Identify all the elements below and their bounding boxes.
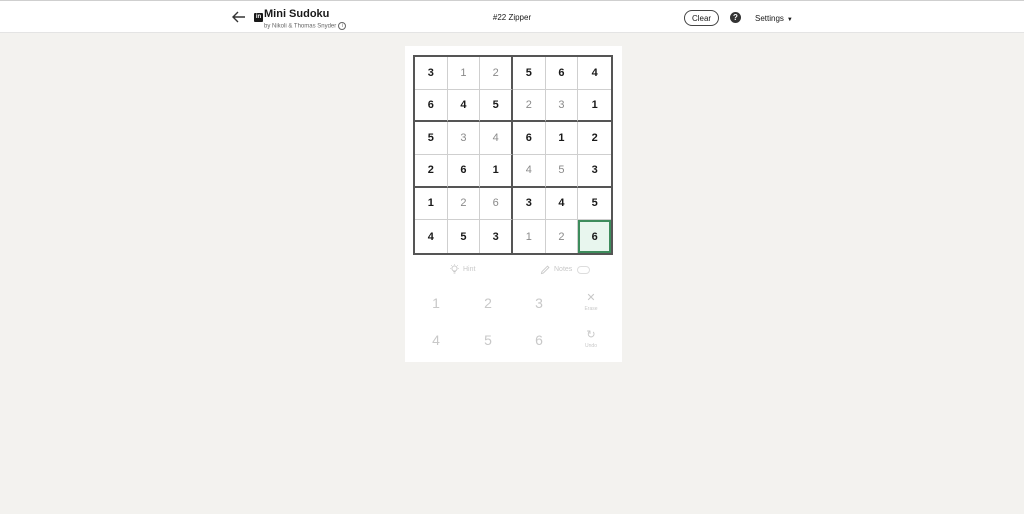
key-4[interactable]: 4 (421, 326, 451, 354)
grid-cell[interactable]: 1 (545, 122, 579, 155)
grid-cell[interactable]: 3 (513, 187, 546, 221)
grid-cell[interactable]: 1 (578, 90, 611, 123)
notes-toggle[interactable] (577, 265, 591, 274)
puzzle-title: #22 Zipper (492, 13, 532, 22)
byline: by Nikoli & Thomas Snyder i (264, 22, 347, 30)
grid-cell[interactable]: 5 (448, 220, 481, 253)
key-3[interactable]: 3 (524, 289, 554, 317)
clear-button[interactable]: Clear (684, 10, 719, 26)
notes-label: Notes (554, 266, 573, 273)
selected-cell[interactable]: 6 (578, 220, 611, 253)
key-6[interactable]: 6 (524, 326, 554, 354)
grid-cell[interactable]: 4 (578, 57, 611, 90)
notes-button[interactable]: Notes (540, 264, 591, 275)
grid-cell[interactable]: 6 (480, 187, 513, 221)
grid-cell[interactable]: 3 (545, 89, 579, 123)
undo-icon: ↻ (586, 329, 596, 341)
grid-cell[interactable]: 2 (546, 220, 579, 253)
key-5[interactable]: 5 (473, 326, 503, 354)
undo-button[interactable]: ↻ Undo (576, 328, 606, 356)
grid-cell[interactable]: 5 (578, 188, 611, 221)
grid-cell[interactable]: 5 (480, 89, 513, 123)
grid-cell[interactable]: 2 (447, 187, 481, 221)
help-icon[interactable]: ? (730, 12, 741, 23)
grid-cell[interactable]: 6 (447, 155, 481, 188)
settings-label: Settings (755, 14, 784, 23)
grid-cell[interactable]: 3 (415, 57, 448, 90)
undo-label: Undo (585, 343, 597, 349)
grid-cell[interactable]: 4 (415, 220, 448, 253)
hint-button[interactable]: Hint (449, 264, 475, 275)
grid-cell[interactable]: 2 (578, 122, 611, 155)
top-bar: in Mini Sudoku by Nikoli & Thomas Snyder… (0, 0, 1024, 33)
erase-button[interactable]: ✕ Erase (576, 291, 606, 319)
grid-cell[interactable]: 6 (415, 89, 448, 123)
hint-label: Hint (463, 266, 476, 273)
grid-cell[interactable]: 3 (480, 220, 513, 253)
pencil-icon (540, 265, 550, 275)
grid-cell[interactable]: 5 (545, 155, 579, 188)
sudoku-grid: 312564645231534612261453126345453126 (413, 55, 613, 255)
caret-down-icon: ▼ (786, 17, 793, 23)
grid-cell[interactable]: 1 (513, 220, 546, 253)
grid-cell[interactable]: 3 (447, 122, 481, 155)
grid-cell[interactable]: 4 (513, 155, 546, 188)
grid-cell[interactable]: 6 (545, 57, 579, 90)
grid-cell[interactable]: 6 (513, 122, 546, 155)
grid-cell[interactable]: 2 (513, 89, 546, 123)
grid-cell[interactable]: 1 (415, 187, 448, 221)
key-1[interactable]: 1 (421, 289, 451, 317)
info-icon[interactable]: i (338, 22, 347, 30)
tool-row: Hint Notes (405, 264, 622, 280)
erase-label: Erase (584, 306, 598, 312)
grid-cell[interactable]: 5 (415, 122, 448, 155)
lightbulb-icon (450, 264, 459, 274)
settings-dropdown[interactable]: Settings ▼ (755, 14, 793, 23)
grid-cell[interactable]: 4 (447, 89, 481, 123)
grid-cell[interactable]: 1 (447, 57, 481, 90)
grid-cell[interactable]: 5 (513, 57, 546, 90)
grid-cell[interactable]: 2 (480, 57, 513, 90)
grid-cell[interactable]: 4 (545, 187, 579, 221)
grid-cell[interactable]: 2 (415, 155, 448, 188)
grid-cell[interactable]: 3 (578, 155, 611, 188)
key-2[interactable]: 2 (473, 289, 503, 317)
grid-cell[interactable]: 4 (480, 122, 513, 155)
grid-cell[interactable]: 1 (480, 155, 513, 188)
byline-text: by Nikoli & Thomas Snyder (264, 23, 337, 30)
game-panel: 312564645231534612261453126345453126 Hin… (405, 46, 622, 362)
close-icon: ✕ (586, 292, 596, 304)
